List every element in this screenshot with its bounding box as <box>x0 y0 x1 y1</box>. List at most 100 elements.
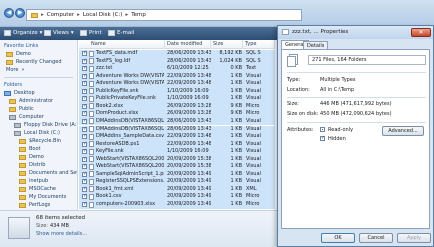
file-type: Visual <box>246 163 261 170</box>
file-size: 1 KB <box>230 80 242 87</box>
close-button[interactable]: ✕ <box>411 28 431 37</box>
dialog-title: zzz.txt, ... Properties <box>292 29 349 35</box>
table-row[interactable]: DomProduct.xlsx 26/09/2009 13:28 9 KB Micro <box>79 110 275 118</box>
row-checkbox[interactable] <box>82 110 87 118</box>
row-checkbox[interactable] <box>82 133 87 141</box>
row-checkbox[interactable] <box>82 171 87 178</box>
apply-button[interactable]: Apply <box>397 233 431 243</box>
table-row[interactable]: DMAddins_SampleData.csv22/09/2009 13:48 1… <box>79 133 275 141</box>
table-row[interactable]: PublicPrivateKeyFile.snk 1/10/2009 16:09 1… <box>79 95 275 103</box>
table-row[interactable]: Book2.xlsx 26/09/2009 13:28 9 KB Micro <box>79 102 275 111</box>
tree-item-computer[interactable]: Computer <box>0 113 77 121</box>
tab-details[interactable]: Details <box>303 41 329 49</box>
hidden-checkbox[interactable] <box>320 135 325 141</box>
table-row[interactable]: TextFS_log.ldf 28/06/2009 13:43 1,024 KB SQ… <box>79 57 275 66</box>
tree-item-floppy[interactable]: Floppy Disk Drive (A:) <box>0 121 77 129</box>
row-checkbox[interactable] <box>82 201 87 209</box>
row-checkbox[interactable] <box>82 148 87 156</box>
file-name: Adventure Works DW(VISTAX... <box>96 72 164 79</box>
table-row[interactable]: TextFS_data.mdf 28/06/2009 13:43 8,192 KB S… <box>79 50 275 58</box>
advanced-button[interactable]: Advanced... <box>382 126 424 136</box>
favorite-link-recently-changed[interactable]: Recently Changed <box>0 58 77 66</box>
table-row[interactable]: RegisterSSQLPSExtensions.ps120/09/2009 1… <box>79 178 275 186</box>
tree-item-my-documents[interactable]: My Documents <box>0 193 77 201</box>
row-checkbox[interactable] <box>82 88 87 95</box>
readonly-checkbox[interactable] <box>320 127 325 132</box>
file-size: 1 KB <box>230 133 242 140</box>
file-name: PublicKeyFile.snk <box>96 87 139 94</box>
table-row[interactable]: KeyFile.snk 1/10/2009 16:09 1 KB Visual <box>79 148 275 156</box>
email-button[interactable]: E-mail <box>108 30 134 36</box>
tree-item-desktop[interactable]: Desktop <box>0 89 77 97</box>
row-checkbox[interactable] <box>82 80 87 88</box>
table-row[interactable]: DMAddinsDB(VISTAX86SQL20...28/06/2009 13… <box>79 117 275 126</box>
tree-item-recycle-bin[interactable]: $Recycle.Bin <box>0 137 77 145</box>
show-more-details-link[interactable]: Show more details... <box>36 231 87 237</box>
table-row[interactable]: WebStart(VISTAX86SQL2008.d...20/09/2009 … <box>79 155 275 164</box>
forward-arrow-icon[interactable]: ▶ <box>15 8 25 18</box>
row-checkbox[interactable] <box>82 50 87 58</box>
row-checkbox[interactable] <box>82 65 87 73</box>
favorite-links-more[interactable]: More» <box>0 66 77 74</box>
column-header-name[interactable]: Name <box>79 40 165 49</box>
tree-item-administrator[interactable]: Administrator <box>0 97 77 105</box>
tree-item-local-disk[interactable]: Local Disk (C:) <box>0 129 77 137</box>
table-row[interactable]: SampleSqlAdminScript_1.ps120/09/2009 13:… <box>79 170 275 179</box>
column-header-date[interactable]: Date modified <box>165 40 211 49</box>
breadcrumb-local-disk[interactable]: Local Disk (C:) <box>83 12 123 18</box>
column-header-size[interactable]: Size <box>211 40 243 49</box>
row-checkbox[interactable] <box>82 103 87 110</box>
table-row[interactable]: RestoreASDB.ps1 22/09/2009 13:48 1 KB Visua… <box>79 140 275 149</box>
row-checkbox[interactable] <box>82 126 87 133</box>
cancel-button[interactable]: Cancel <box>359 233 393 243</box>
row-checkbox[interactable] <box>82 193 87 201</box>
table-row[interactable]: Book1.csv 20/09/2009 13:49 1 KB Micro <box>79 193 275 201</box>
row-checkbox[interactable] <box>82 118 87 125</box>
breadcrumb-separator: ▸ <box>125 12 129 18</box>
print-button[interactable]: Print <box>80 30 102 36</box>
ok-button[interactable]: OK <box>321 233 355 243</box>
file-icon <box>89 133 94 140</box>
folders-heading[interactable]: Folders <box>0 81 77 89</box>
table-row[interactable]: zzz.txt 6/10/2009 12:25 0 KB Text <box>79 65 275 73</box>
table-row[interactable]: DMAddinsDB(VISTAX86SQL20...28/06/2009 13… <box>79 125 275 133</box>
tree-item-label: My Documents <box>29 194 67 200</box>
row-checkbox[interactable] <box>82 186 87 193</box>
breadcrumb-computer[interactable]: Computer <box>47 12 74 18</box>
table-row[interactable]: Adventure Works DW(VISTAX...22/09/2009 1… <box>79 72 275 81</box>
row-checkbox[interactable] <box>82 73 87 80</box>
breadcrumb-temp[interactable]: Temp <box>131 12 146 18</box>
file-name: Book2.xlsx <box>96 102 124 109</box>
table-row[interactable]: computers-200903.xlsx 20/09/2009 13:49 1 K… <box>79 201 275 209</box>
tree-item-documents-and-settings[interactable]: Documents and Settings <box>0 169 77 177</box>
file-name: DomProduct.xlsx <box>96 110 139 117</box>
breadcrumb-separator: ▸ <box>41 12 44 18</box>
address-bar[interactable]: ▸ Computer ▸ Local Disk (C:) ▸ Temp <box>26 9 302 21</box>
tree-item-msocache[interactable]: MSOCache <box>0 185 77 193</box>
table-row[interactable]: PublicKeyFile.snk 1/10/2009 16:09 1 KB Visu… <box>79 87 275 96</box>
row-checkbox[interactable] <box>82 156 87 163</box>
organize-button[interactable]: Organize ▾ <box>4 30 42 36</box>
tree-item-public[interactable]: Public <box>0 105 77 113</box>
row-checkbox[interactable] <box>82 178 87 186</box>
tree-item-boot[interactable]: Boot <box>0 145 77 153</box>
folder-icon <box>19 178 26 184</box>
file-date: 20/09/2009 13:49 <box>167 170 211 177</box>
row-checkbox[interactable] <box>82 95 87 103</box>
table-row[interactable]: Adventure Works DW(VISTAX...22/09/2009 1… <box>79 80 275 88</box>
tree-item-inetpub[interactable]: inetpub <box>0 177 77 185</box>
table-row[interactable]: WebStart(VISTAX86SQL2008)...20/09/2009 1… <box>79 163 275 171</box>
column-header-type[interactable]: Type <box>243 40 275 49</box>
back-arrow-icon[interactable]: ◀ <box>4 8 14 18</box>
table-row[interactable]: Book1_fmt.xml 20/09/2009 13:49 1 KB XML <box>79 185 275 194</box>
floppy-drive-icon <box>14 122 21 128</box>
views-button[interactable]: Views ▾ <box>44 30 74 36</box>
file-size: 0 KB <box>230 65 242 72</box>
favorite-link-demo[interactable]: Demo <box>0 50 77 58</box>
tree-item-perflogs[interactable]: PerfLogs <box>0 201 77 209</box>
row-checkbox[interactable] <box>82 141 87 148</box>
tree-item-demo[interactable]: Demo <box>0 153 77 161</box>
row-checkbox[interactable] <box>82 163 87 171</box>
tree-item-distrib[interactable]: Distrib <box>0 161 77 169</box>
row-checkbox[interactable] <box>82 58 87 65</box>
